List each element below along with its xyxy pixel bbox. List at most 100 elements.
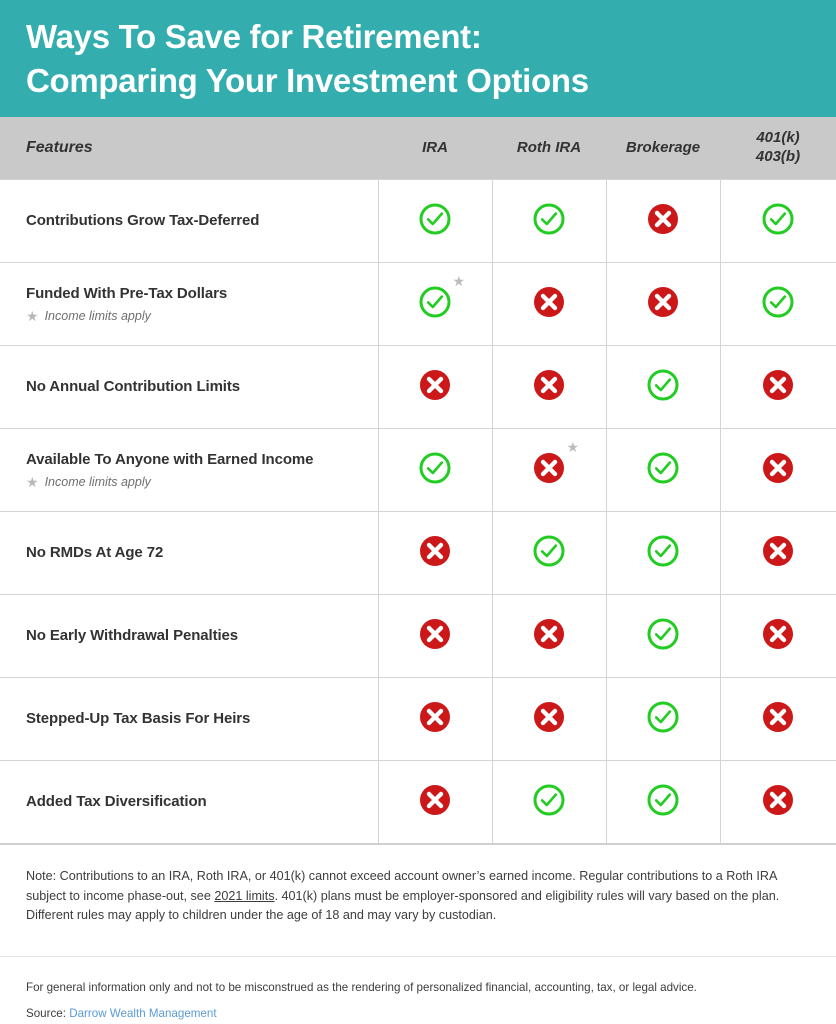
table-row: Funded With Pre-Tax Dollars ★ Income limit… (0, 262, 836, 346)
column-header-features: Features (0, 117, 378, 180)
x-circle-icon: ★ (532, 440, 579, 485)
column-header-brokerage-label: Brokerage (625, 138, 701, 156)
source-line: Source: Darrow Wealth Management (0, 997, 836, 1020)
check-circle-icon (646, 700, 680, 734)
check-circle-icon (532, 202, 566, 236)
feature-label: No Annual Contribution Limits (26, 378, 241, 395)
x-circle-icon (532, 700, 566, 734)
feature-label: Added Tax Diversification (26, 793, 207, 810)
cell-employer-plan (719, 677, 836, 761)
cell-brokerage (605, 345, 720, 429)
x-circle-icon (646, 202, 680, 236)
cell-brokerage (605, 511, 720, 595)
feature-cell: Funded With Pre-Tax Dollars ★ Income limit… (0, 263, 378, 346)
x-circle-icon (646, 285, 680, 319)
column-header-brokerage: Brokerage (606, 117, 720, 180)
cell-ira (377, 594, 492, 678)
comparison-table: Features IRA Roth IRA Brokerage 401(k) 4… (0, 117, 836, 845)
feature-label: Funded With Pre-Tax Dollars (26, 285, 228, 302)
check-circle-icon (646, 451, 680, 485)
cell-employer-plan (719, 511, 836, 595)
table-row: No Early Withdrawal Penalties (0, 594, 836, 678)
check-circle-icon (646, 617, 680, 651)
check-circle-icon (418, 202, 452, 236)
check-circle-icon (532, 534, 566, 568)
x-circle-icon (761, 534, 795, 568)
x-circle-icon (532, 617, 566, 651)
table-row: No RMDs At Age 72 (0, 511, 836, 595)
feature-footnote: ★ Income limits apply (26, 309, 370, 323)
x-circle-icon (761, 700, 795, 734)
check-circle-icon (761, 285, 795, 319)
cell-roth-ira (491, 677, 606, 761)
title-banner: Ways To Save for Retirement: Comparing Y… (0, 0, 836, 117)
cell-brokerage (605, 428, 720, 512)
cell-employer-plan (719, 760, 836, 844)
feature-label: Stepped-Up Tax Basis For Heirs (26, 710, 251, 727)
feature-footnote-text: Income limits apply (44, 475, 151, 489)
cell-brokerage (605, 677, 720, 761)
feature-footnote-text: Income limits apply (44, 309, 151, 323)
cell-employer-plan (719, 594, 836, 678)
check-circle-icon (646, 534, 680, 568)
cell-roth-ira (491, 594, 606, 678)
infographic-page: Ways To Save for Retirement: Comparing Y… (0, 0, 836, 1024)
x-circle-icon (418, 368, 452, 402)
table-row: Contributions Grow Tax-Deferred (0, 179, 836, 263)
cell-ira: ★ (377, 262, 492, 346)
check-circle-icon (418, 451, 452, 485)
feature-label: Contributions Grow Tax-Deferred (26, 212, 260, 229)
check-circle-icon (646, 783, 680, 817)
x-circle-icon (418, 534, 452, 568)
star-icon: ★ (566, 438, 579, 455)
cell-roth-ira (491, 511, 606, 595)
cell-ira (377, 179, 492, 263)
cell-roth-ira (491, 179, 606, 263)
cell-employer-plan (719, 262, 836, 346)
cell-ira (377, 511, 492, 595)
cell-employer-plan (719, 428, 836, 512)
table-note: Note: Contributions to an IRA, Roth IRA,… (0, 845, 836, 926)
check-circle-icon (532, 783, 566, 817)
cell-ira (377, 428, 492, 512)
cell-ira (377, 760, 492, 844)
feature-cell: Stepped-Up Tax Basis For Heirs (0, 678, 378, 761)
cell-roth-ira (491, 760, 606, 844)
feature-cell: No RMDs At Age 72 (0, 512, 378, 595)
cell-employer-plan (719, 345, 836, 429)
check-circle-icon (761, 202, 795, 236)
feature-label: No RMDs At Age 72 (26, 544, 164, 561)
star-icon: ★ (26, 474, 39, 490)
table-body: Contributions Grow Tax-Deferred Funded Wi… (0, 179, 836, 845)
cell-brokerage (605, 594, 720, 678)
column-header-ira-label: IRA (422, 138, 448, 156)
x-circle-icon (418, 783, 452, 817)
feature-label: Available To Anyone with Earned Income (26, 451, 314, 468)
feature-cell: Available To Anyone with Earned Income ★ I… (0, 429, 378, 512)
column-header-roth-ira: Roth IRA (492, 117, 606, 180)
cell-brokerage (605, 179, 720, 263)
disclaimer-text: For general information only and not to … (26, 980, 697, 994)
limits-link[interactable]: 2021 limits (214, 889, 274, 903)
source-link[interactable]: Darrow Wealth Management (69, 1007, 216, 1020)
column-header-roth-ira-label: Roth IRA (516, 138, 582, 156)
check-circle-icon (646, 368, 680, 402)
x-circle-icon (761, 451, 795, 485)
table-header-row: Features IRA Roth IRA Brokerage 401(k) 4… (0, 117, 836, 180)
source-label: Source: (26, 1007, 66, 1021)
column-header-employer-plan-label: 401(k) 403(b) (755, 129, 801, 165)
x-circle-icon (761, 368, 795, 402)
table-row: No Annual Contribution Limits (0, 345, 836, 429)
star-icon: ★ (26, 308, 39, 324)
column-header-employer-plan: 401(k) 403(b) (720, 117, 836, 180)
feature-cell: Added Tax Diversification (0, 761, 378, 845)
x-circle-icon (532, 368, 566, 402)
page-title: Ways To Save for Retirement: Comparing Y… (26, 17, 589, 99)
feature-cell: Contributions Grow Tax-Deferred (0, 180, 378, 263)
cell-ira (377, 677, 492, 761)
feature-cell: No Annual Contribution Limits (0, 346, 378, 429)
cell-roth-ira (491, 262, 606, 346)
feature-label: No Early Withdrawal Penalties (26, 627, 239, 644)
x-circle-icon (418, 700, 452, 734)
column-header-ira: IRA (378, 117, 492, 180)
